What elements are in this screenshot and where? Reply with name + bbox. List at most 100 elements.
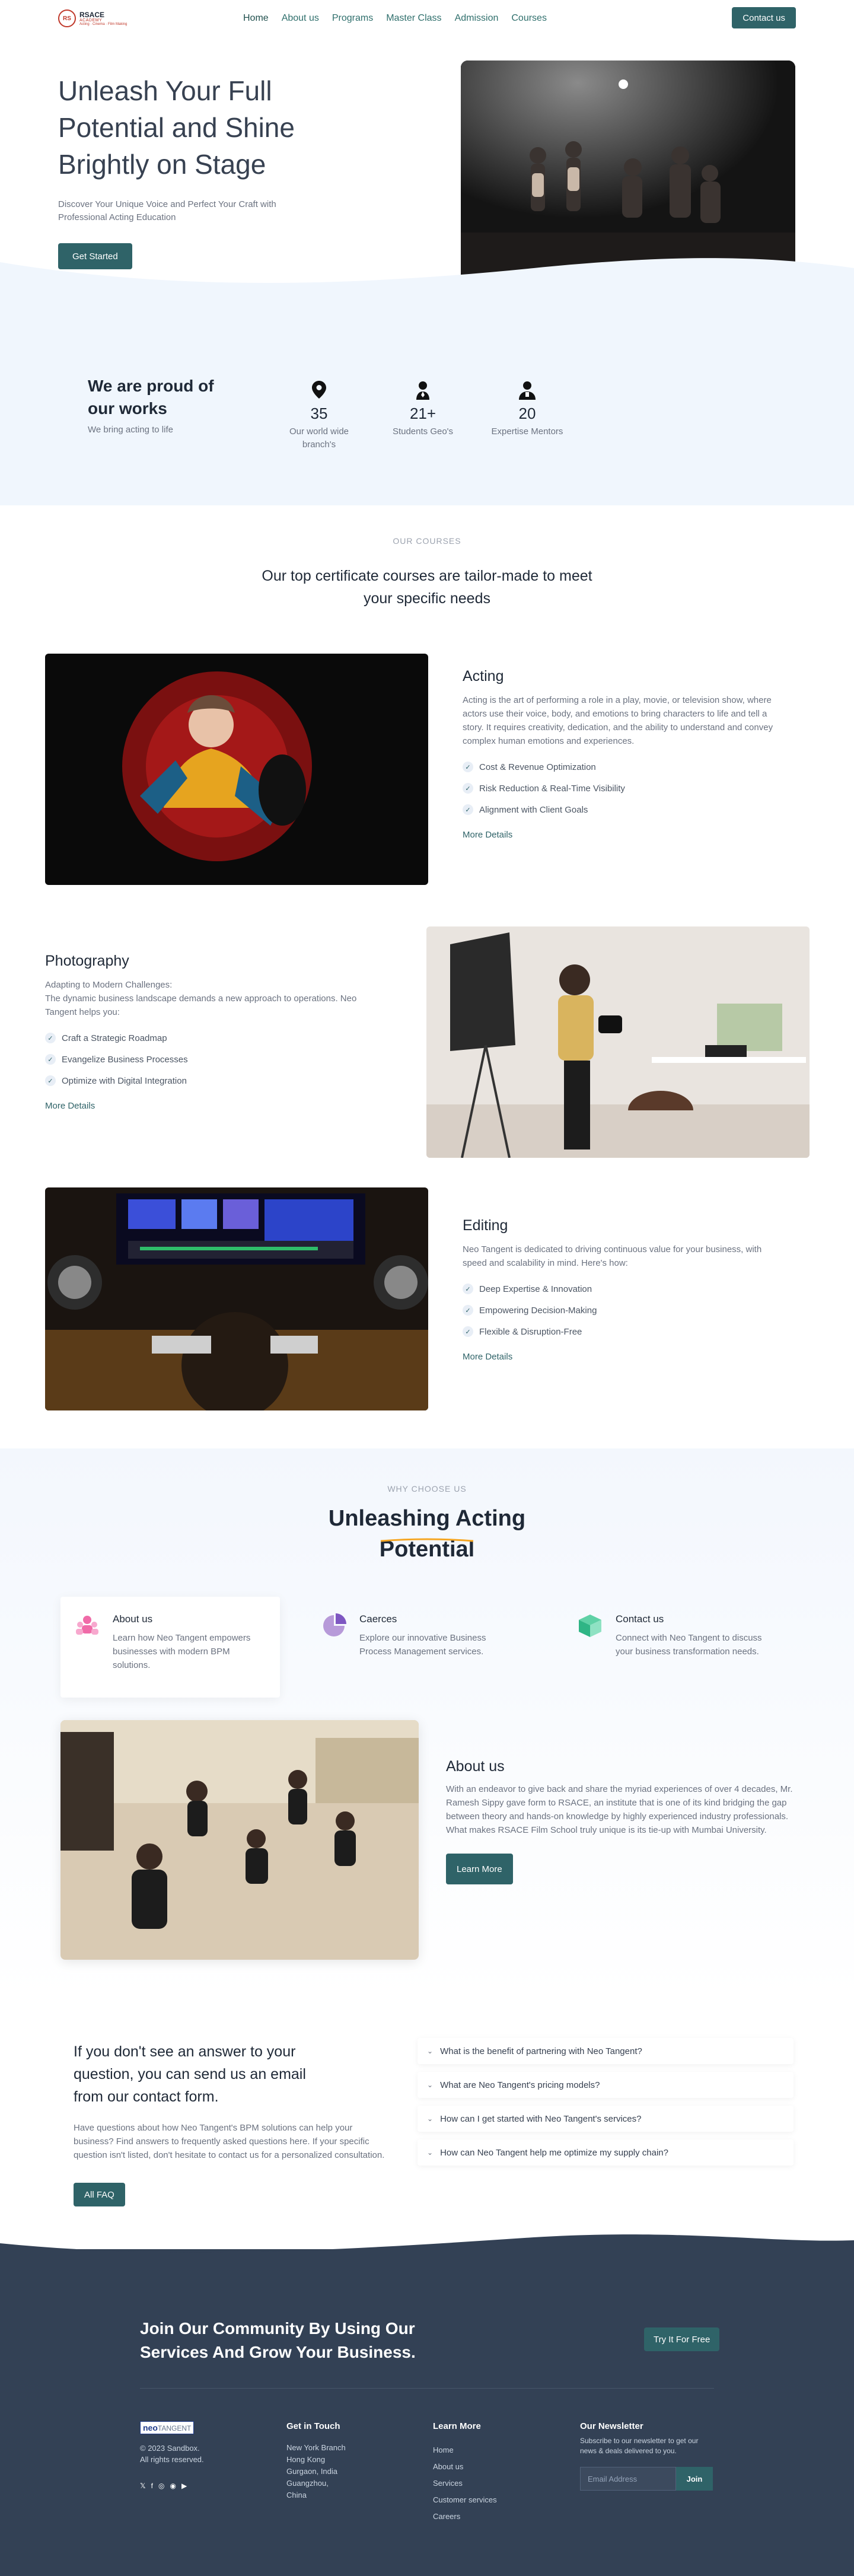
about-us-block: About us With an endeavor to give back a…	[446, 1758, 795, 1884]
list-item: ✓ Alignment with Client Goals	[463, 799, 777, 820]
learn-more-button[interactable]: Learn More	[446, 1854, 513, 1884]
contact-line: New York Branch	[286, 2443, 346, 2452]
course-acting: Acting Acting is the art of performing a…	[0, 654, 854, 903]
list-item: ✓ Risk Reduction & Real-Time Visibility	[463, 778, 777, 799]
stat-branches: 35 Our world wide branch's	[275, 381, 364, 451]
course-description: Adapting to Modern Challenges: The dynam…	[45, 980, 357, 1017]
faq-item[interactable]: ⌄ What is the benefit of partnering with …	[418, 2038, 794, 2064]
location-pin-icon	[275, 381, 364, 400]
footer-link-careers[interactable]: Careers	[433, 2508, 497, 2525]
list-item: ✓ Evangelize Business Processes	[45, 1049, 359, 1070]
contact-line: Gurgaon, India	[286, 2467, 338, 2476]
why-eyebrow: WHY CHOOSE US	[387, 1484, 467, 1494]
contact-line: Guangzhou,	[286, 2479, 329, 2488]
youtube-icon[interactable]: ▶	[181, 2482, 187, 2490]
photography-more-details-link[interactable]: More Details	[45, 1101, 95, 1111]
instagram-icon[interactable]: ◉	[170, 2482, 176, 2490]
footer-logo[interactable]: neoTANGENT	[140, 2421, 195, 2434]
contact-us-button[interactable]: Contact us	[732, 7, 796, 28]
cta-title: Join Our Community By Using Our Services…	[140, 2319, 416, 2361]
acting-image	[45, 654, 428, 885]
feature-about-us[interactable]: About us Learn how Neo Tangent empowers …	[60, 1597, 280, 1698]
stats-subheading: We bring acting to life	[88, 425, 173, 435]
twitter-icon[interactable]: 𝕏	[140, 2482, 146, 2490]
student-icon	[378, 381, 467, 400]
footer-brand-column: neoTANGENT © 2023 Sandbox. All rights re…	[140, 2421, 204, 2490]
chevron-down-icon: ⌄	[427, 2148, 434, 2157]
faq-section: If you don't see an answer to your quest…	[0, 2000, 854, 2249]
nav-link-master-class[interactable]: Master Class	[386, 13, 441, 24]
feature-text: Connect with Neo Tangent to discuss your…	[616, 1633, 762, 1657]
about-us-image	[60, 1720, 419, 1960]
contact-line: China	[286, 2491, 307, 2499]
check-icon: ✓	[45, 1054, 56, 1065]
nav-link-home[interactable]: Home	[243, 13, 269, 24]
course-description: Acting is the art of performing a role i…	[463, 695, 773, 746]
faq-title: If you don't see an answer to your quest…	[74, 2043, 306, 2105]
footer-wave	[0, 2234, 854, 2261]
faq-item[interactable]: ⌄ How can Neo Tangent help me optimize my…	[418, 2139, 794, 2166]
stat-label: Our world wide branch's	[289, 426, 349, 450]
nav-link-programs[interactable]: Programs	[332, 13, 373, 24]
all-faq-button[interactable]: All FAQ	[74, 2183, 125, 2206]
feature-contact-us[interactable]: Contact us Connect with Neo Tangent to d…	[563, 1597, 783, 1698]
footer-link-customer-services[interactable]: Customer services	[433, 2492, 497, 2508]
check-icon: ✓	[463, 783, 473, 794]
faq-item[interactable]: ⌄ How can I get started with Neo Tangent'…	[418, 2106, 794, 2132]
course-bullets: ✓ Craft a Strategic Roadmap ✓ Evangelize B…	[45, 1027, 359, 1091]
editing-image	[45, 1187, 428, 1410]
why-title: Unleashing Acting Potential	[328, 1506, 526, 1562]
list-item: ✓ Flexible & Disruption-Free	[463, 1321, 777, 1342]
hero-title: Unleash Your Full Potential and Shine Br…	[58, 75, 295, 180]
contact-line: Hong Kong	[286, 2455, 326, 2464]
acting-more-details-link[interactable]: More Details	[463, 830, 512, 840]
footer-link-about[interactable]: About us	[433, 2459, 497, 2475]
footer-newsletter-column: Our Newsletter Subscribe to our newslett…	[580, 2421, 716, 2491]
course-bullets: ✓ Cost & Revenue Optimization ✓ Risk Reduc…	[463, 756, 777, 820]
faq-item[interactable]: ⌄ What are Neo Tangent's pricing models?	[418, 2072, 794, 2098]
list-item: ✓ Optimize with Digital Integration	[45, 1070, 359, 1091]
courses-eyebrow: OUR COURSES	[393, 536, 461, 546]
stat-mentors: 20 Expertise Mentors	[483, 381, 572, 438]
pie-chart-icon	[321, 1613, 346, 1681]
hero-section: Unleash Your Full Potential and Shine Br…	[0, 37, 854, 286]
why-choose-us-section: WHY CHOOSE US Unleashing Acting Potentia…	[0, 1448, 854, 2000]
feature-title: Caerces	[359, 1613, 397, 1625]
courses-title: Our top certificate courses are tailor-m…	[262, 568, 592, 607]
mentor-icon	[483, 381, 572, 400]
top-nav: RS RSACE ACADEMY Acting · Cinema · Film …	[0, 0, 854, 37]
list-item: ✓ Craft a Strategic Roadmap	[45, 1027, 359, 1049]
stats-heading: We are proud of our works	[88, 377, 214, 418]
check-icon: ✓	[463, 1305, 473, 1316]
feature-title: About us	[113, 1613, 153, 1625]
courses-section: OUR COURSES Our top certificate courses …	[0, 505, 854, 1448]
copyright-text: © 2023 Sandbox.	[140, 2444, 200, 2453]
faq-description: Have questions about how Neo Tangent's B…	[74, 2123, 385, 2160]
hero-subtitle: Discover Your Unique Voice and Perfect Y…	[58, 199, 276, 222]
course-bullets: ✓ Deep Expertise & Innovation ✓ Empowering…	[463, 1278, 777, 1342]
list-item: ✓ Deep Expertise & Innovation	[463, 1278, 777, 1300]
team-icon	[75, 1613, 100, 1681]
course-photography: Photography Adapting to Modern Challenge…	[0, 926, 854, 1176]
course-description: Neo Tangent is dedicated to driving cont…	[463, 1244, 762, 1268]
nav-link-courses[interactable]: Courses	[511, 13, 547, 24]
hero-wave	[0, 250, 854, 286]
faq-list: ⌄ What is the benefit of partnering with …	[418, 2038, 794, 2173]
try-it-for-free-button[interactable]: Try It For Free	[644, 2327, 720, 2351]
footer-column-title: Learn More	[433, 2421, 481, 2431]
facebook-icon[interactable]: f	[151, 2482, 153, 2490]
newsletter-email-input[interactable]	[580, 2467, 676, 2491]
feature-caerces[interactable]: Caerces Explore our innovative Business …	[307, 1597, 527, 1698]
nav-link-about[interactable]: About us	[282, 13, 319, 24]
course-title: Acting	[463, 668, 504, 684]
join-button[interactable]: Join	[676, 2467, 713, 2491]
dribbble-icon[interactable]: ◎	[158, 2482, 164, 2490]
copyright-text: All rights reserved.	[140, 2455, 204, 2464]
editing-more-details-link[interactable]: More Details	[463, 1352, 512, 1362]
footer-link-services[interactable]: Services	[433, 2475, 497, 2492]
logo[interactable]: RS RSACE ACADEMY Acting · Cinema · Film …	[58, 9, 127, 27]
newsletter-form: Join	[580, 2467, 716, 2491]
nav-link-admission[interactable]: Admission	[455, 13, 499, 24]
check-icon: ✓	[463, 804, 473, 815]
footer-link-home[interactable]: Home	[433, 2442, 497, 2459]
